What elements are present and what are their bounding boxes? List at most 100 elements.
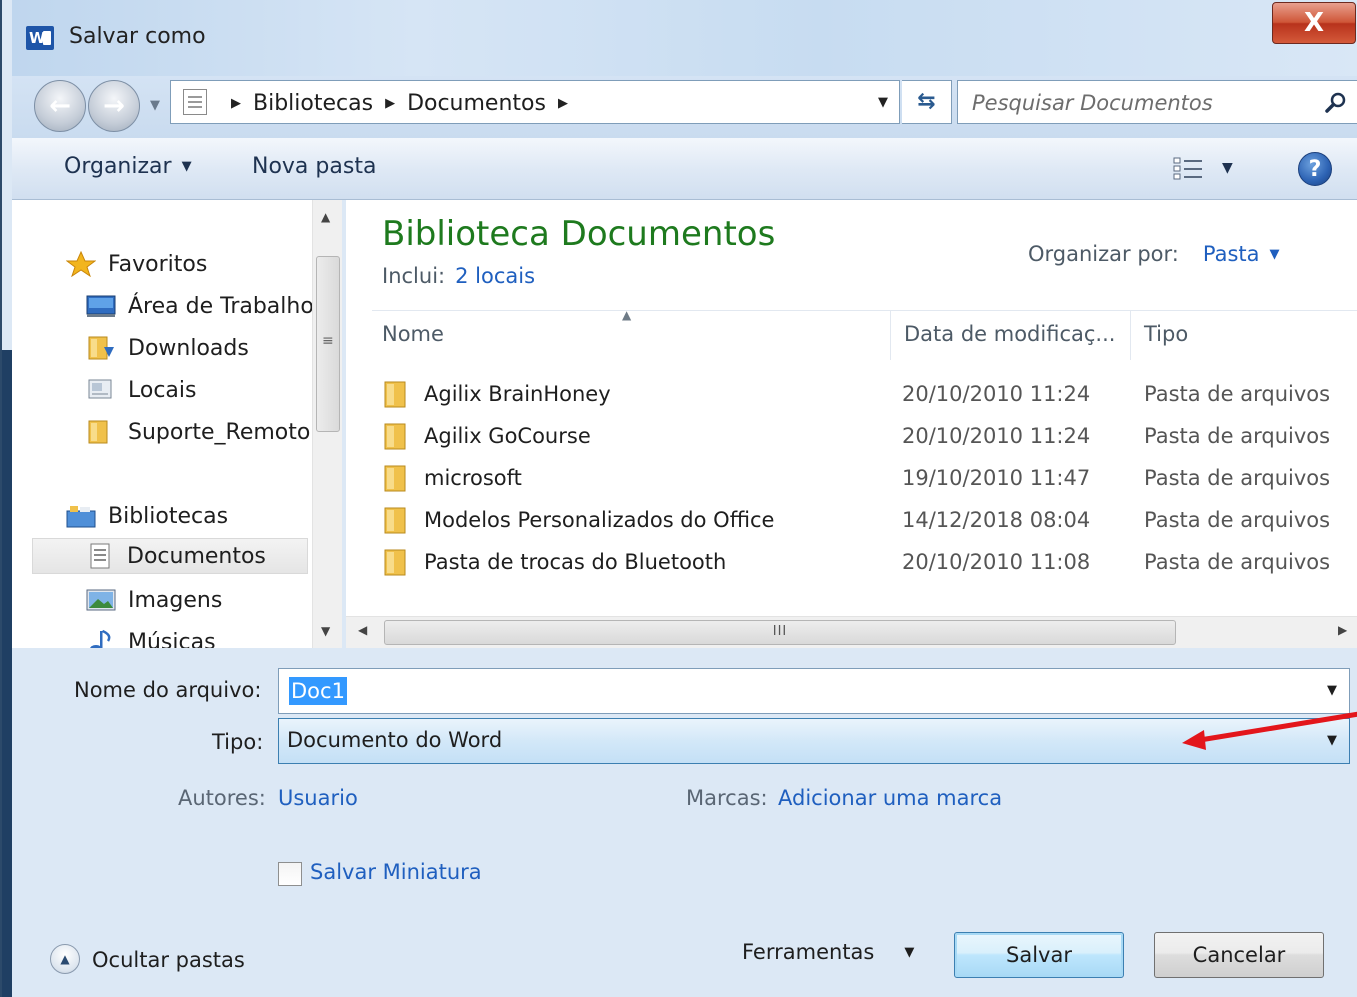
save-button[interactable]: Salvar [954,932,1124,978]
back-arrow-icon: ← [49,91,71,121]
documents-icon [90,543,110,569]
scroll-left-icon[interactable]: ◀ [358,623,367,637]
address-dropdown-icon[interactable]: ▼ [871,91,895,115]
column-separator[interactable] [890,310,891,360]
file-name: Pasta de trocas do Bluetooth [424,550,727,574]
header-divider [372,310,1357,311]
column-header-name[interactable]: Nome [382,322,444,346]
nav-pane-scrollbar[interactable]: ▲ ≡ ▼ [312,200,342,650]
filename-input[interactable]: Doc1 ▼ [278,668,1350,714]
chevron-down-icon: ▼ [904,945,915,960]
column-header-date[interactable]: Data de modificaç... [904,322,1115,346]
nav-libraries[interactable]: Bibliotecas [66,498,228,534]
nav-documents[interactable]: Documentos [32,538,308,574]
search-box [957,80,1357,124]
nav-pictures[interactable]: Imagens [86,582,222,618]
nav-recent-places[interactable]: Locais [86,372,196,408]
nav-desktop-label: Área de Trabalho [128,293,312,319]
window-frame-edge [2,350,12,997]
file-type: Pasta de arquivos [1144,466,1331,490]
recent-pages-dropdown[interactable]: ▼ [146,94,164,118]
annotation-arrow [1182,711,1357,750]
refresh-button[interactable]: ⇆ [902,80,952,124]
authors-field[interactable]: Usuario [278,786,358,810]
tags-field[interactable]: Adicionar uma marca [778,786,1002,810]
music-icon [90,629,111,650]
forward-arrow-icon: → [103,91,125,121]
includes-locations-link[interactable]: 2 locais [455,264,535,288]
toolbar: Organizar ▼ Nova pasta ▼ ? [12,138,1357,200]
breadcrumb-bibliotecas[interactable]: Bibliotecas [253,91,373,116]
nav-downloads[interactable]: Downloads [86,330,249,366]
file-date: 20/10/2010 11:08 [902,550,1091,574]
save-thumbnail-checkbox[interactable] [278,862,302,886]
file-row[interactable]: microsoft 19/10/2010 11:47 Pasta de arqu… [382,458,1357,498]
save-thumbnail-label[interactable]: Salvar Miniatura [310,860,482,884]
nav-suporte-remoto[interactable]: Suporte_Remoto [86,414,310,450]
search-icon[interactable] [1324,91,1348,115]
nav-libraries-label: Bibliotecas [108,503,229,529]
nav-favorites[interactable]: Favoritos [66,246,207,282]
organize-label: Organizar [64,154,172,179]
breadcrumb-chevron-icon[interactable]: ▶ [385,96,395,111]
chevron-down-icon[interactable]: ▼ [1270,247,1280,262]
folder-icon [384,423,406,450]
folder-icon [384,507,406,534]
file-type: Pasta de arquivos [1144,382,1331,406]
column-separator[interactable] [1130,310,1131,360]
folder-icon [384,381,406,408]
nav-music[interactable]: Músicas [86,624,216,650]
help-icon[interactable]: ? [1298,152,1332,186]
file-row[interactable]: Pasta de trocas do Bluetooth 20/10/2010 … [382,542,1357,582]
file-name: microsoft [424,466,522,490]
hide-folders-button[interactable]: Ocultar pastas [92,948,245,972]
arrange-by-dropdown[interactable]: Pasta [1203,242,1260,266]
folder-icon [384,465,406,492]
file-list-hscrollbar[interactable]: ◀ III ▶ [346,616,1357,648]
nav-pictures-label: Imagens [128,587,223,613]
back-button[interactable]: ← [34,80,86,132]
cancel-button[interactable]: Cancelar [1154,932,1324,978]
scroll-right-icon[interactable]: ▶ [1338,623,1347,637]
chevron-up-icon[interactable]: ▲ [50,944,80,974]
file-row[interactable]: Modelos Personalizados do Office 14/12/2… [382,500,1357,540]
organize-menu[interactable]: Organizar ▼ [64,154,192,179]
navigation-pane: Favoritos Área de Trabalho Downloads Loc… [12,200,312,650]
pictures-icon [86,589,116,611]
scrollbar-grip-icon: ≡ [322,333,334,349]
downloads-folder-icon [88,336,114,360]
file-row[interactable]: Agilix BrainHoney 20/10/2010 11:24 Pasta… [382,374,1357,414]
close-icon: X [1303,8,1325,38]
folder-icon [88,420,108,444]
recent-places-icon [88,379,112,399]
scrollbar-thumb[interactable]: III [384,620,1176,645]
nav-desktop[interactable]: Área de Trabalho [86,288,312,324]
file-type-value: Documento do Word [287,728,503,752]
file-name: Modelos Personalizados do Office [424,508,775,532]
view-options-icon[interactable] [1172,156,1206,182]
save-form: Nome do arquivo: Doc1 ▼ Tipo: Documento … [12,648,1357,997]
tools-menu[interactable]: Ferramentas ▼ [742,940,914,964]
view-options-dropdown[interactable]: ▼ [1222,160,1233,176]
authors-label: Autores: [178,786,266,810]
search-input[interactable] [972,89,1302,117]
arrange-by: Organizar por: Pasta ▼ [1028,242,1280,266]
chevron-down-icon[interactable]: ▼ [1327,683,1337,698]
file-row[interactable]: Agilix GoCourse 20/10/2010 11:24 Pasta d… [382,416,1357,456]
scroll-up-icon[interactable]: ▲ [321,210,330,224]
chevron-down-icon: ▼ [181,159,192,174]
scroll-down-icon[interactable]: ▼ [321,624,330,638]
close-button[interactable]: X [1272,2,1356,44]
address-bar[interactable]: ▶ Bibliotecas ▶ Documentos ▶ ▼ [170,80,900,124]
forward-button[interactable]: → [88,80,140,132]
breadcrumb-chevron-icon[interactable]: ▶ [231,96,241,111]
folder-icon [384,549,406,576]
file-date: 20/10/2010 11:24 [902,424,1091,448]
breadcrumb-documentos[interactable]: Documentos [407,91,546,116]
libraries-icon [66,506,96,528]
window-title: Salvar como [69,24,206,49]
column-header-type[interactable]: Tipo [1144,322,1188,346]
breadcrumb-chevron-icon[interactable]: ▶ [558,96,568,111]
file-date: 20/10/2010 11:24 [902,382,1091,406]
new-folder-button[interactable]: Nova pasta [252,154,376,179]
